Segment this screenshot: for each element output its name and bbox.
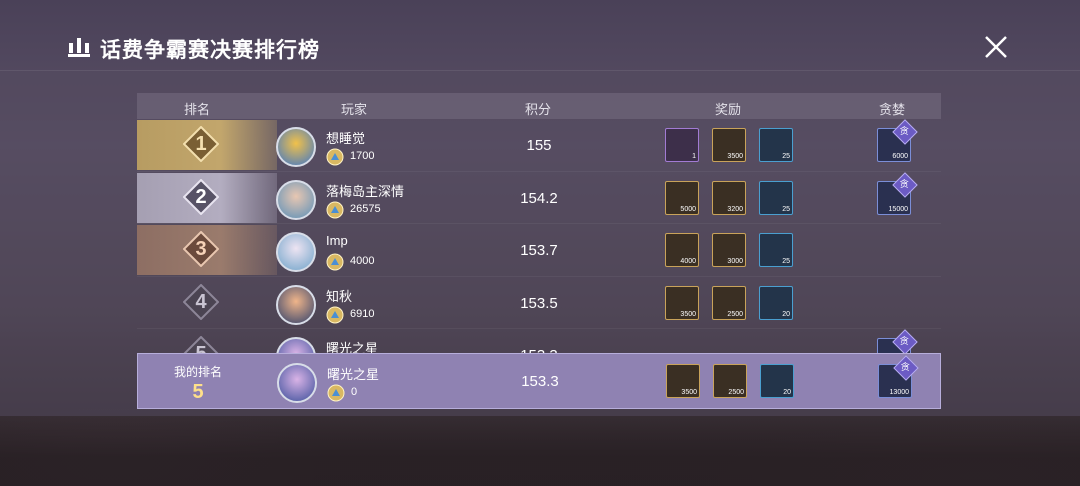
table-row[interactable]: 3 Imp 4000 153.7 4000 3000 25 <box>137 224 941 277</box>
avatar[interactable] <box>277 363 317 403</box>
coin-icon <box>326 201 344 218</box>
my-rank-row[interactable]: 我的排名 5 曙光之星 0 153.3 3500 2500 20 贪 13000 <box>137 353 941 409</box>
player-coins: 4000 <box>350 255 375 267</box>
greed-tag: 贪 <box>892 119 918 145</box>
reward-coin-icon[interactable]: 3200 <box>712 180 746 215</box>
reward-trophy-icon[interactable]: 25 <box>759 233 793 267</box>
greed-reward-icon[interactable]: 贪 6000 <box>877 119 918 162</box>
reward-trophy-icon[interactable]: 25 <box>759 128 793 162</box>
header-player: 玩家 <box>341 102 368 117</box>
bottom-shade <box>0 416 1080 486</box>
player-score: 155 <box>526 137 552 154</box>
coin-icon <box>326 253 344 271</box>
greed-reward-icon[interactable]: 贪 13000 <box>878 355 919 398</box>
avatar[interactable] <box>276 232 316 272</box>
rank-number: 3 <box>195 238 207 260</box>
reward-trophy-icon[interactable]: 25 <box>759 180 793 215</box>
page-title: 话费争霸赛决赛排行榜 <box>100 39 320 62</box>
rank-number: 1 <box>195 133 207 155</box>
greed-reward-icon[interactable]: 贪 15000 <box>877 171 918 215</box>
close-icon[interactable] <box>980 31 1012 63</box>
player-name: 落梅岛主深情 <box>326 183 405 199</box>
reward-card-icon[interactable]: 4000 <box>665 233 699 267</box>
header-rank: 排名 <box>184 102 211 117</box>
player-coins: 26575 <box>350 202 381 215</box>
my-rank-number: 5 <box>192 381 204 403</box>
player-score: 153.7 <box>520 242 558 259</box>
player-name: 知秋 <box>326 288 353 304</box>
avatar[interactable] <box>276 127 316 167</box>
table-row[interactable]: 4 知秋 6910 153.5 3500 2500 20 <box>137 277 941 329</box>
player-name: Imp <box>326 233 348 248</box>
player-name: 曙光之星 <box>327 367 380 382</box>
player-score: 153.5 <box>520 294 558 312</box>
reward-coin-icon[interactable]: 3000 <box>712 233 746 267</box>
rank-number: 2 <box>195 185 207 208</box>
reward-card-icon[interactable]: 3500 <box>666 364 700 398</box>
player-score: 154.2 <box>520 189 558 207</box>
player-coins: 0 <box>351 386 358 398</box>
greed-tag: 贪 <box>892 329 918 355</box>
reward-trophy-icon[interactable]: 20 <box>759 285 793 320</box>
reward-coin-icon[interactable]: 2500 <box>712 285 746 320</box>
table-header: 排名 玩家 积分 奖励 贪婪 <box>137 93 941 119</box>
bar-chart-icon <box>68 38 90 57</box>
leaderboard-table: 排名 玩家 积分 奖励 贪婪 1 想睡觉 1700 155 1 3500 25 … <box>137 93 941 382</box>
header-reward: 奖励 <box>715 102 742 117</box>
player-name: 想睡觉 <box>326 131 366 146</box>
greed-tag: 贪 <box>892 171 918 198</box>
header: 话费争霸赛决赛排行榜 <box>0 0 1080 70</box>
table-row[interactable]: 2 落梅岛主深情 26575 154.2 5000 3200 25 贪 1500… <box>137 171 941 224</box>
reward-trophy-icon[interactable]: 20 <box>760 364 794 398</box>
header-greed: 贪婪 <box>879 102 906 117</box>
player-coins: 1700 <box>350 150 375 162</box>
my-rank-label: 我的排名 <box>173 365 222 379</box>
coin-icon <box>327 384 345 402</box>
player-coins: 6910 <box>350 307 375 320</box>
reward-card-icon[interactable]: 5000 <box>665 180 699 215</box>
reward-card-icon[interactable]: 3500 <box>665 285 699 320</box>
reward-ticket-icon[interactable]: 1 <box>665 128 699 162</box>
header-score: 积分 <box>525 102 552 117</box>
coin-icon <box>326 148 344 166</box>
avatar[interactable] <box>276 284 316 325</box>
rank-number: 4 <box>195 290 207 313</box>
greed-tag: 贪 <box>893 355 919 381</box>
player-score: 153.3 <box>521 373 559 390</box>
reward-coin-icon[interactable]: 2500 <box>713 364 747 398</box>
avatar[interactable] <box>276 179 316 220</box>
reward-coin-icon[interactable]: 3500 <box>712 128 746 162</box>
table-row[interactable]: 1 想睡觉 1700 155 1 3500 25 贪 6000 <box>137 119 941 172</box>
coin-icon <box>326 306 344 323</box>
